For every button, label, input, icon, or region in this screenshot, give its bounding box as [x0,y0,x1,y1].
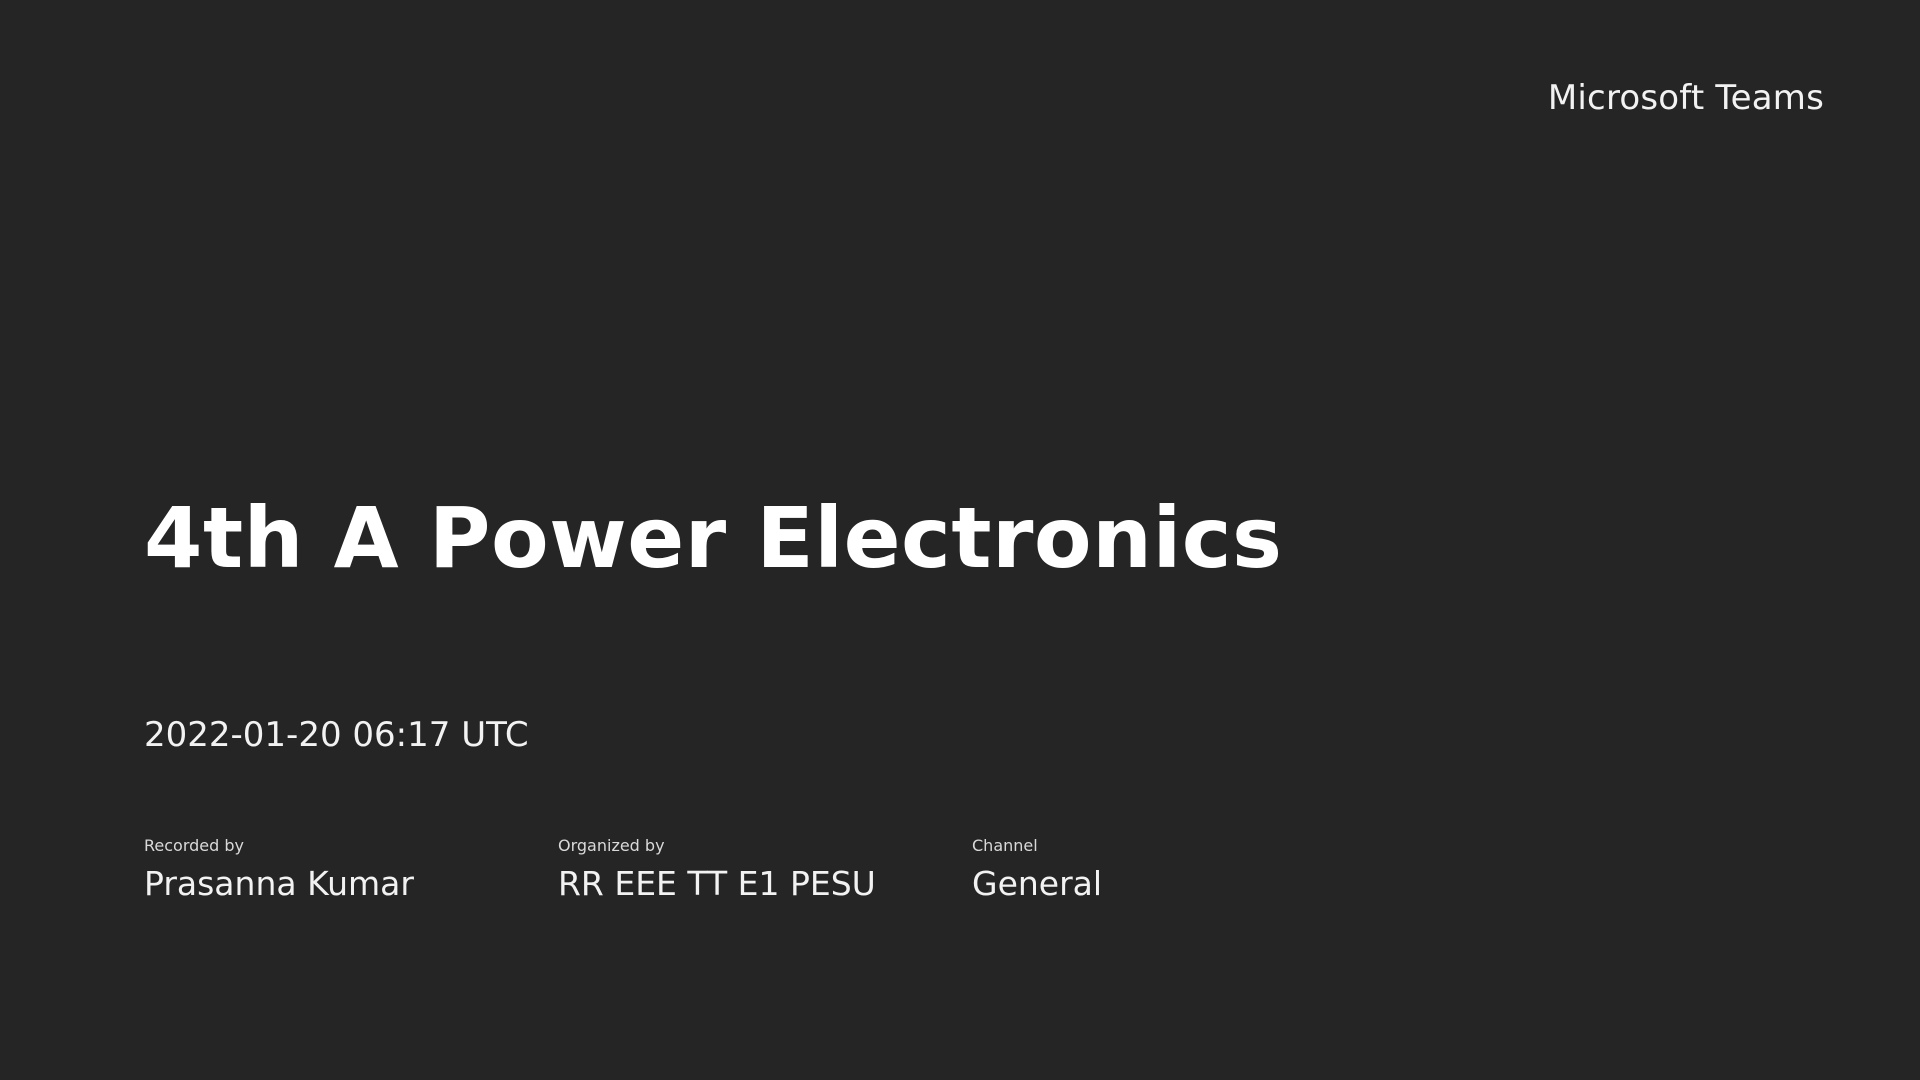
recorded-by-value: Prasanna Kumar [144,864,414,903]
recording-datetime: 2022-01-20 06:17 UTC [144,715,529,755]
recording-title-card: { "brand": { "app_name": "Microsoft Team… [0,0,1920,1080]
channel-value: General [972,864,1103,903]
channel-label: Channel [972,836,1038,855]
organized-by: Organized by RR EEE TT E1 PESU [558,836,972,904]
organized-by-value: RR EEE TT E1 PESU [558,864,876,903]
app-name: Microsoft Teams [1547,78,1824,118]
recorded-by-label: Recorded by [144,836,244,855]
recorded-by: Recorded by Prasanna Kumar [144,836,558,904]
recording-meta: Recorded by Prasanna Kumar Organized by … [144,836,1272,904]
organized-by-label: Organized by [558,836,665,855]
recording-title: 4th A Power Electronics [144,489,1283,587]
channel: Channel General [972,836,1272,904]
